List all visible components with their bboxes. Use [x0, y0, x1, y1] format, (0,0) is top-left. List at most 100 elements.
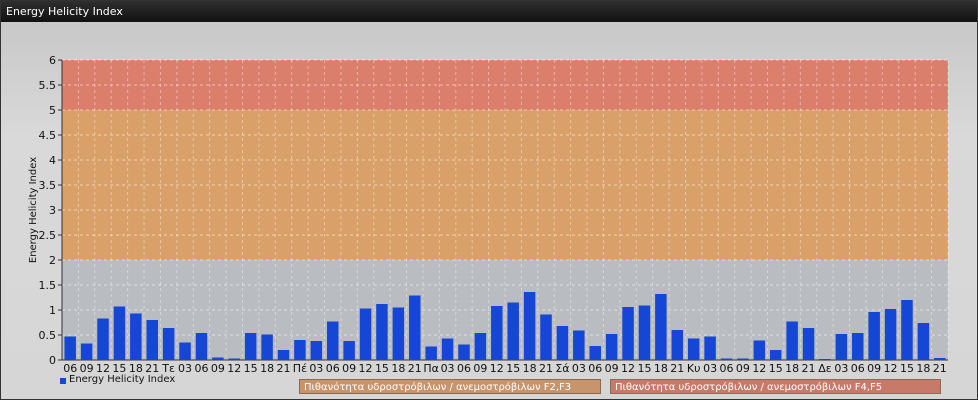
bar — [130, 313, 142, 360]
x-tick-label: 03 — [441, 362, 455, 375]
x-tick-label: 15 — [769, 362, 783, 375]
bar — [97, 318, 109, 360]
x-tick-label: 15 — [900, 362, 914, 375]
x-tick-label: 18 — [260, 362, 274, 375]
x-tick-label: 12 — [490, 362, 504, 375]
x-tick-label: 09 — [473, 362, 487, 375]
bar — [786, 321, 798, 360]
bar — [326, 321, 339, 360]
bar — [294, 340, 306, 360]
bar — [835, 334, 848, 360]
bar — [868, 312, 880, 360]
x-tick-label: 21 — [539, 362, 553, 375]
legend-swatch — [60, 378, 66, 384]
bar — [917, 323, 930, 360]
bar — [491, 306, 503, 360]
bar — [622, 307, 634, 360]
bar — [852, 333, 864, 360]
bar — [704, 336, 716, 360]
x-tick-label: Κυ — [687, 362, 701, 375]
y-axis-label: Energy Helicity Index — [28, 157, 39, 263]
x-tick-label: 09 — [342, 362, 356, 375]
bar — [540, 314, 552, 360]
bar — [244, 333, 257, 360]
x-tick-label: 15 — [375, 362, 389, 375]
x-tick-label: 12 — [359, 362, 373, 375]
x-tick-label: 12 — [752, 362, 766, 375]
y-tick-label: 2.5 — [39, 229, 57, 242]
bar — [458, 344, 470, 360]
bar — [64, 336, 76, 360]
x-tick-label: 03 — [703, 362, 717, 375]
y-tick-label: 4.5 — [39, 129, 57, 142]
x-tick-label: 06 — [457, 362, 471, 375]
risk-label-f2-f3: Πιθανότητα υδροστρόβιλων / ανεμοστρόβιλω… — [299, 379, 601, 394]
x-tick-label: 18 — [391, 362, 405, 375]
y-tick-label: 2 — [49, 254, 56, 267]
bar — [310, 341, 323, 360]
x-tick-label: 18 — [654, 362, 668, 375]
x-tick-label: 09 — [605, 362, 619, 375]
x-tick-label: 09 — [211, 362, 225, 375]
bar — [573, 330, 585, 360]
bar — [376, 304, 388, 360]
bar — [228, 358, 241, 360]
x-tick-label: 03 — [834, 362, 848, 375]
x-tick-label: 21 — [408, 362, 422, 375]
x-tick-label: Πέ — [293, 362, 307, 375]
bar — [425, 346, 437, 360]
x-tick-label: 06 — [851, 362, 865, 375]
x-tick-label: 15 — [637, 362, 651, 375]
bar — [769, 350, 782, 360]
x-tick-label: 09 — [736, 362, 750, 375]
x-tick-label: 21 — [933, 362, 947, 375]
x-tick-label: Δε — [818, 362, 832, 375]
bar — [80, 343, 93, 360]
bar — [179, 342, 191, 360]
y-tick-label: 1.5 — [39, 279, 57, 292]
x-tick-label: 06 — [720, 362, 734, 375]
x-tick-label: Πα — [423, 362, 439, 375]
x-tick-label: 03 — [178, 362, 192, 375]
legend-label: Energy Helicity Index — [69, 374, 176, 385]
bar — [802, 328, 815, 360]
bar — [113, 306, 126, 360]
x-tick-label: 12 — [884, 362, 898, 375]
x-tick-label: 18 — [523, 362, 537, 375]
bar — [277, 350, 290, 360]
bar — [556, 326, 569, 360]
x-tick-label: 18 — [916, 362, 930, 375]
bar — [720, 358, 733, 360]
y-tick-label: 0.5 — [39, 329, 57, 342]
risk-label-f4-f5: Πιθανότητα υδροστρόβιλων / ανεμοστρόβιλω… — [610, 379, 941, 394]
bar — [605, 334, 618, 360]
x-tick-label: 12 — [227, 362, 241, 375]
bar — [212, 357, 224, 360]
x-tick-label: 18 — [785, 362, 799, 375]
x-tick-label: 15 — [244, 362, 258, 375]
x-tick-label: 21 — [802, 362, 816, 375]
bar — [195, 333, 208, 360]
x-tick-label: 12 — [621, 362, 635, 375]
x-tick-label: 21 — [277, 362, 291, 375]
bar — [409, 295, 421, 360]
x-tick-label: 09 — [867, 362, 881, 375]
y-tick-label: 0 — [49, 354, 56, 367]
bar — [392, 307, 405, 360]
x-tick-label: 06 — [194, 362, 208, 375]
bar — [261, 334, 273, 360]
x-tick-label: 03 — [572, 362, 586, 375]
bar — [359, 308, 372, 360]
x-tick-label: 21 — [670, 362, 684, 375]
bar — [523, 292, 536, 360]
y-tick-label: 3.5 — [39, 179, 57, 192]
bar — [441, 338, 454, 360]
y-tick-label: 3 — [49, 204, 56, 217]
bar — [638, 305, 651, 360]
y-tick-label: 1 — [49, 304, 56, 317]
bar — [884, 309, 897, 360]
bar — [589, 346, 601, 360]
x-tick-label: Σά — [555, 362, 569, 375]
bar — [901, 300, 913, 360]
y-tick-label: 5.5 — [39, 79, 57, 92]
